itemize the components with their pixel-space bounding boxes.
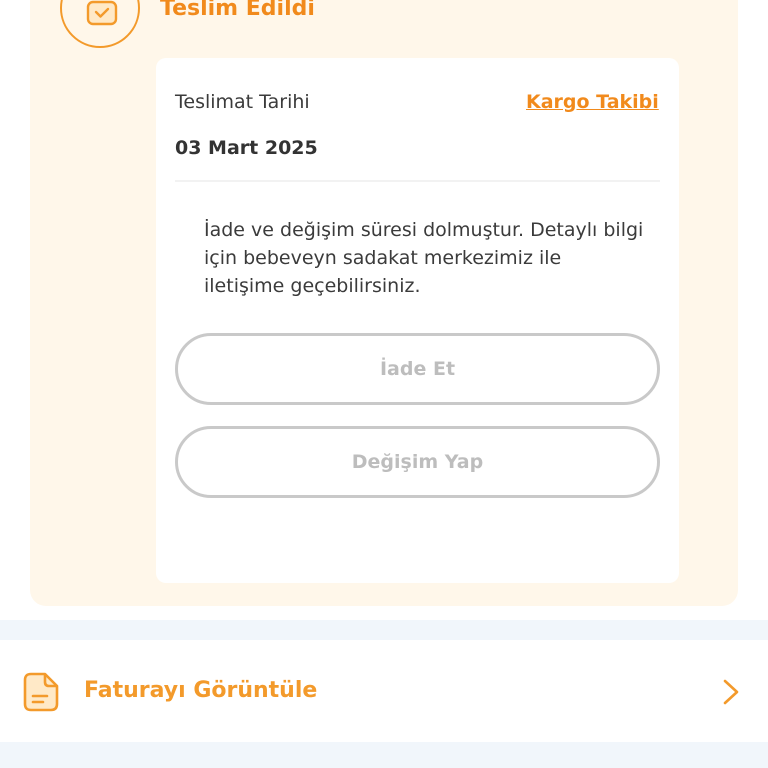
delivery-date-value: 03 Mart 2025 bbox=[175, 137, 318, 159]
divider bbox=[175, 180, 660, 182]
chevron-right-icon bbox=[723, 679, 739, 705]
view-invoice-label: Faturayı Görüntüle bbox=[84, 678, 318, 703]
return-button[interactable]: İade Et bbox=[175, 333, 660, 405]
cargo-tracking-link[interactable]: Kargo Takibi bbox=[526, 89, 659, 115]
delivery-date-label: Teslimat Tarihi bbox=[175, 91, 310, 113]
view-invoice-row[interactable]: Faturayı Görüntüle bbox=[0, 640, 768, 742]
return-expired-message: İade ve değişim süresi dolmuştur. Detayl… bbox=[204, 219, 644, 297]
section-separator bbox=[0, 742, 768, 768]
status-title: Teslim Edildi bbox=[160, 0, 315, 21]
package-check-icon bbox=[86, 0, 118, 26]
invoice-document-icon bbox=[23, 672, 59, 712]
section-separator bbox=[0, 620, 768, 640]
exchange-button[interactable]: Değişim Yap bbox=[175, 426, 660, 498]
